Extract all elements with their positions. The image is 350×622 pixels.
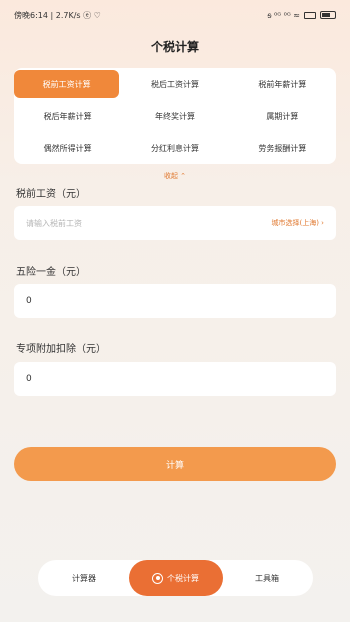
target-icon <box>152 572 163 584</box>
nav-calculator[interactable]: 计算器 <box>44 573 124 584</box>
status-time-and-speed: 傍晚6:14 | 2.7K/s ⓔ ♡ <box>14 10 101 20</box>
status-bar: 傍晚6:14 | 2.7K/s ⓔ ♡ ᵴ ⁰ᴳ ⁰ᴳ ≈ <box>0 0 350 30</box>
calc-type-pretax-salary[interactable]: 税前工资计算 <box>14 70 120 98</box>
salary-label: 税前工资（元） <box>16 189 86 200</box>
bottom-nav: 计算器 个税计算 工具箱 <box>38 560 313 596</box>
collapse-toggle[interactable]: 收起 ⌃ <box>0 171 350 181</box>
deduction-label: 专项附加扣除（元） <box>16 344 106 355</box>
insurance-label: 五险一金（元） <box>16 267 86 278</box>
status-indicators: ᵴ ⁰ᴳ ⁰ᴳ ≈ <box>267 10 300 20</box>
calc-type-year-end-bonus[interactable]: 年终奖计算 <box>121 100 228 132</box>
wifi-icon <box>304 11 316 19</box>
nav-toolbox-label: 工具箱 <box>255 573 279 583</box>
salary-input[interactable]: 请输入税前工资 城市选择(上海) › <box>14 206 336 240</box>
calc-type-incidental[interactable]: 偶然所得计算 <box>14 132 121 164</box>
nav-tax-calc-label: 个税计算 <box>167 573 199 583</box>
deduction-input[interactable]: 0 <box>14 362 336 396</box>
insurance-value: 0 <box>26 296 32 306</box>
nav-toolbox[interactable]: 工具箱 <box>227 573 307 584</box>
calculate-button[interactable]: 计算 <box>14 447 336 481</box>
calc-type-card: 税前工资计算 税后工资计算 税前年薪计算 税后年薪计算 年终奖计算 属期计算 偶… <box>14 68 336 164</box>
nav-calculator-label: 计算器 <box>72 573 96 583</box>
status-right: ᵴ ⁰ᴳ ⁰ᴳ ≈ <box>267 11 336 20</box>
calc-type-aftertax-annual[interactable]: 税后年薪计算 <box>14 100 121 132</box>
calc-type-dividend[interactable]: 分红利息计算 <box>121 132 228 164</box>
calc-type-grid: 税前工资计算 税后工资计算 税前年薪计算 税后年薪计算 年终奖计算 属期计算 偶… <box>14 68 336 164</box>
status-left: 傍晚6:14 | 2.7K/s ⓔ ♡ <box>14 10 101 21</box>
insurance-input[interactable]: 0 <box>14 284 336 318</box>
city-select[interactable]: 城市选择(上海) › <box>272 218 325 228</box>
battery-icon <box>320 11 336 19</box>
calc-type-labor[interactable]: 劳务报酬计算 <box>229 132 336 164</box>
nav-tax-calc[interactable]: 个税计算 <box>128 560 223 596</box>
calc-type-aftertax-salary[interactable]: 税后工资计算 <box>121 68 228 100</box>
salary-placeholder: 请输入税前工资 <box>26 218 82 228</box>
calc-type-pretax-annual[interactable]: 税前年薪计算 <box>229 68 336 100</box>
calc-type-period[interactable]: 属期计算 <box>229 100 336 132</box>
page-title: 个税计算 <box>150 40 199 54</box>
deduction-value: 0 <box>26 374 32 384</box>
